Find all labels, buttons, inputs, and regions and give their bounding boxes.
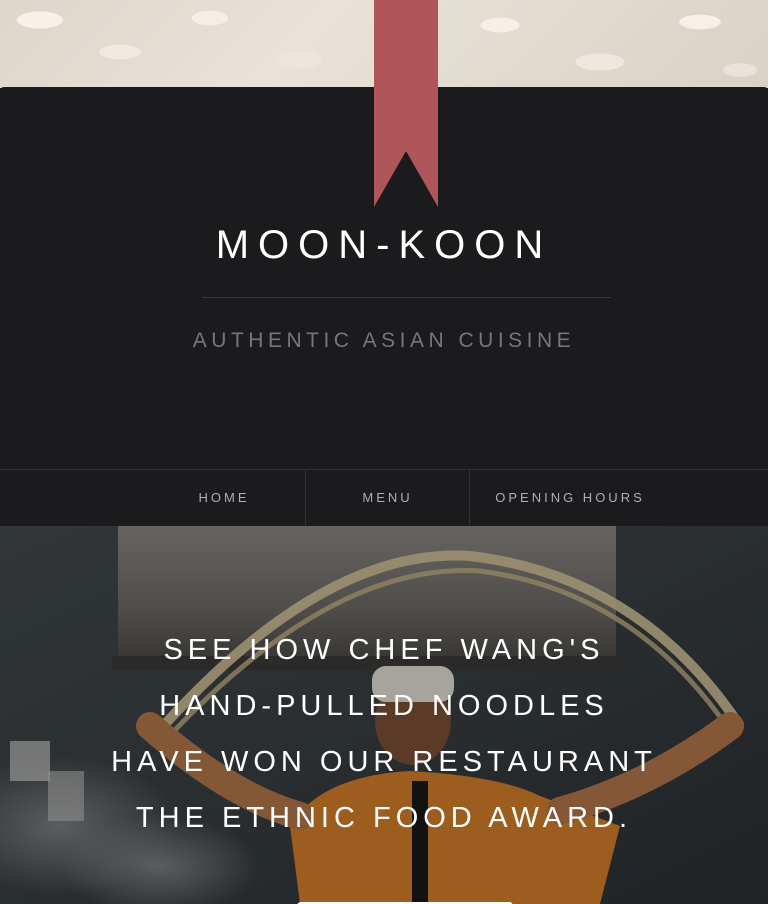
hero-line: SEE HOW CHEF WANG'S (163, 634, 605, 666)
hero-section: SEE HOW CHEF WANG'S HAND-PULLED NOODLES … (0, 526, 768, 904)
nav-item-menu[interactable]: MENU (306, 470, 469, 526)
nav-item-home[interactable]: HOME (143, 470, 305, 526)
nav-item-opening-hours[interactable]: OPENING HOURS (470, 470, 670, 526)
page: MOON-KOON AUTHENTIC ASIAN CUISINE HOME M… (0, 0, 768, 904)
hero-line: HAVE WON OUR RESTAURANT (111, 746, 657, 778)
ribbon-top (374, 0, 438, 152)
site-title[interactable]: MOON-KOON (0, 220, 768, 270)
site-tagline: AUTHENTIC ASIAN CUISINE (192, 329, 576, 352)
main-nav: HOME MENU OPENING HOURS (0, 469, 768, 526)
hero-line: THE ETHNIC FOOD AWARD. (135, 802, 633, 834)
hero-headline: SEE HOW CHEF WANG'S HAND-PULLED NOODLES … (0, 622, 768, 846)
title-divider (202, 297, 611, 298)
hero-line: HAND-PULLED NOODLES (159, 690, 609, 722)
